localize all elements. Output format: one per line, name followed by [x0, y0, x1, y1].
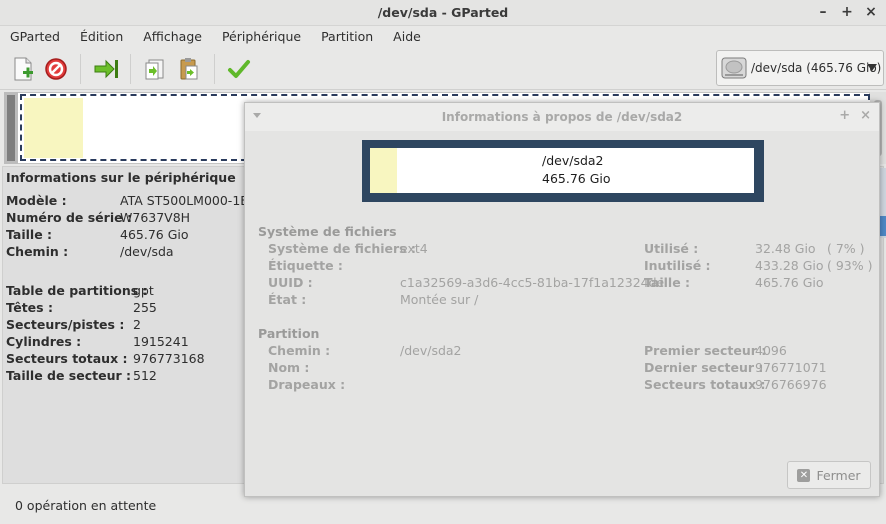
- partition-graphic-name: /dev/sda2: [542, 153, 604, 168]
- heads-label: Têtes :: [6, 300, 53, 315]
- menu-affichage[interactable]: Affichage: [133, 26, 212, 48]
- path-value: /dev/sda: [120, 244, 174, 259]
- menu-aide[interactable]: Aide: [383, 26, 431, 48]
- apply-icon: [228, 60, 250, 78]
- menu-partition[interactable]: Partition: [311, 26, 383, 48]
- fs-type-value: ext4: [400, 241, 428, 256]
- serial-label: Numéro de série :: [6, 210, 132, 225]
- partition-path-label: Chemin :: [268, 343, 331, 358]
- flags-label: Drapeaux :: [268, 377, 346, 392]
- new-partition-button[interactable]: [10, 56, 36, 82]
- model-value: ATA ST500LM000-1EJ1: [120, 193, 260, 208]
- unused-percent: ( 93% ): [827, 258, 873, 273]
- delete-icon: [45, 58, 67, 80]
- partition-path-value: /dev/sda2: [400, 343, 462, 358]
- fs-label-label: Étiquette :: [268, 258, 343, 273]
- close-icon[interactable]: ×: [860, 108, 871, 123]
- window-title: /dev/sda - GParted: [377, 5, 509, 20]
- partition-graphic-box: /dev/sda2 465.76 Gio: [370, 148, 754, 193]
- chevron-down-icon: [867, 64, 877, 71]
- menu-peripherique[interactable]: Périphérique: [212, 26, 311, 48]
- window-titlebar: /dev/sda - GParted – + ×: [0, 0, 886, 26]
- sectors-per-track-value: 2: [133, 317, 141, 332]
- filesystem-section-title: Système de fichiers: [258, 224, 397, 239]
- toolbar-separator: [130, 54, 131, 84]
- partition-graphic: /dev/sda2 465.76 Gio: [362, 140, 764, 202]
- fs-type-label: Système de fichiers :: [268, 241, 416, 256]
- path-label: Chemin :: [6, 244, 69, 259]
- used-label: Utilisé :: [644, 241, 699, 256]
- paste-button[interactable]: [176, 56, 202, 82]
- window-controls: – + ×: [816, 4, 878, 20]
- hard-disk-icon: [721, 57, 747, 79]
- menubar: GParted Édition Affichage Périphérique P…: [0, 26, 886, 48]
- menu-edition[interactable]: Édition: [70, 26, 133, 48]
- state-label: État :: [268, 292, 307, 307]
- partition-table-value: gpt: [133, 283, 154, 298]
- state-value: Montée sur /: [400, 292, 479, 307]
- maximize-icon[interactable]: +: [840, 4, 854, 20]
- copy-button[interactable]: [142, 56, 168, 82]
- toolbar-separator: [214, 54, 215, 84]
- partition-total-sectors-value: 976766976: [755, 377, 827, 392]
- partition-section-title: Partition: [258, 326, 320, 341]
- sectors-per-track-label: Secteurs/pistes :: [6, 317, 125, 332]
- heads-value: 255: [133, 300, 157, 315]
- toolbar-separator: [80, 54, 81, 84]
- device-selector-label: /dev/sda (465.76 Gio): [751, 61, 882, 75]
- serial-value: W7637V8H: [120, 210, 191, 225]
- total-sectors-label: Secteurs totaux :: [6, 351, 128, 366]
- menu-gparted[interactable]: GParted: [0, 26, 70, 48]
- partition-graphic-used: [370, 148, 397, 193]
- dialog-window-controls: + ×: [839, 108, 871, 123]
- device-selector[interactable]: /dev/sda (465.76 Gio): [716, 50, 884, 86]
- sector-size-value: 512: [133, 368, 157, 383]
- resize-move-icon: [94, 59, 118, 79]
- total-sectors-value: 976773168: [133, 351, 205, 366]
- size-value: 465.76 Gio: [120, 227, 189, 242]
- size-label: Taille :: [6, 227, 53, 242]
- cylinders-label: Cylindres :: [6, 334, 82, 349]
- partition-used-bar: [24, 98, 83, 158]
- cylinders-value: 1915241: [133, 334, 189, 349]
- copy-icon: [145, 59, 164, 80]
- unused-label: Inutilisé :: [644, 258, 711, 273]
- new-partition-icon: [14, 57, 33, 81]
- partition-name-label: Nom :: [268, 360, 310, 375]
- last-sector-value: 976771071: [755, 360, 827, 375]
- close-icon: ✕: [797, 468, 811, 482]
- sector-size-label: Taille de secteur :: [6, 368, 132, 383]
- partition-graphic-label: /dev/sda2 465.76 Gio: [542, 152, 611, 188]
- partition-info-dialog: Informations à propos de /dev/sda2 + × /…: [244, 102, 880, 497]
- dialog-title: Informations à propos de /dev/sda2: [441, 110, 683, 124]
- device-info-title: Informations sur le périphérique: [6, 170, 236, 185]
- delete-partition-button[interactable]: [43, 56, 69, 82]
- fs-size-value: 465.76 Gio: [755, 275, 824, 290]
- uuid-value: c1a32569-a3d6-4cc5-81ba-17f1a12324de: [400, 275, 665, 290]
- model-label: Modèle :: [6, 193, 67, 208]
- resize-move-button[interactable]: [93, 56, 119, 82]
- minimize-icon[interactable]: –: [816, 4, 830, 20]
- unused-value: 433.28 Gio: [755, 258, 824, 273]
- fs-size-label: Taille :: [644, 275, 691, 290]
- maximize-icon[interactable]: +: [839, 108, 850, 123]
- close-button[interactable]: ✕ Fermer: [787, 461, 871, 489]
- first-sector-value: 4096: [755, 343, 787, 358]
- partition-table-label: Table de partitions :: [6, 283, 148, 298]
- close-button-label: Fermer: [816, 467, 861, 483]
- pending-operations-text: 0 opération en attente: [15, 498, 157, 513]
- last-sector-label: Dernier secteur :: [644, 360, 764, 375]
- partition-graphic-size: 465.76 Gio: [542, 171, 611, 186]
- used-value: 32.48 Gio: [755, 241, 816, 256]
- close-icon[interactable]: ×: [864, 4, 878, 20]
- first-sector-label: Premier secteur :: [644, 343, 767, 358]
- partition-total-sectors-label: Secteurs totaux :: [644, 377, 766, 392]
- apply-button[interactable]: [226, 56, 252, 82]
- used-percent: ( 7% ): [827, 241, 865, 256]
- uuid-label: UUID :: [268, 275, 313, 290]
- dialog-titlebar: Informations à propos de /dev/sda2 + ×: [245, 103, 879, 131]
- disk-graphic-left-handle: [4, 92, 18, 164]
- paste-icon: [180, 58, 198, 80]
